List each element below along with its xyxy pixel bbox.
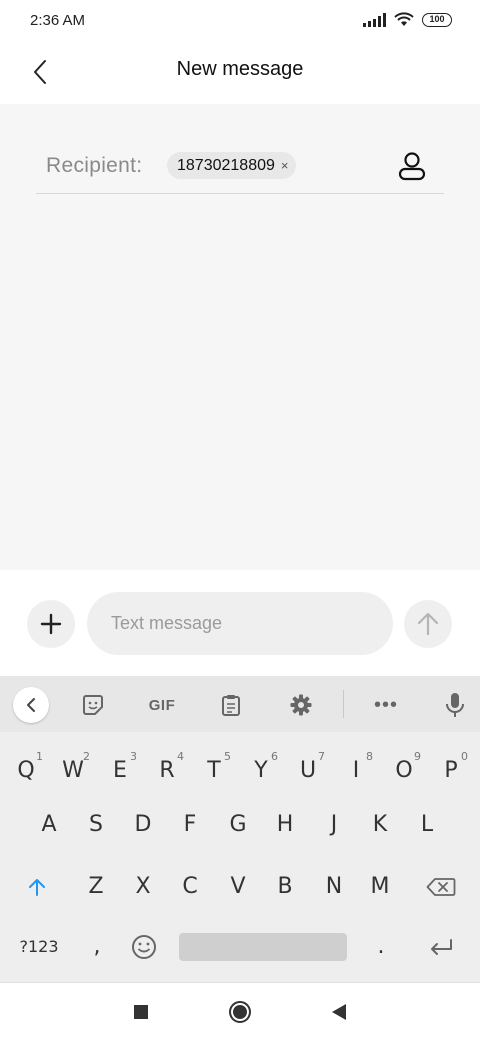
recipient-chip[interactable]: 18730218809 × (167, 152, 297, 179)
sticker-icon (83, 695, 103, 715)
key-f[interactable]: F (167, 800, 213, 850)
key-c[interactable]: C (167, 862, 213, 912)
gif-button[interactable]: GIF (142, 687, 182, 723)
enter-icon (431, 939, 452, 955)
key-l[interactable]: L (404, 800, 450, 850)
gif-label: GIF (148, 696, 176, 714)
keyboard: GIF ••• Q 1 W 2 E 3 R 4 T 5 Y 6 U 7 I 8 … (0, 676, 480, 982)
recents-button[interactable] (126, 997, 156, 1027)
contacts-button[interactable] (394, 148, 430, 184)
clipboard-icon (222, 695, 240, 716)
clipboard-button[interactable] (213, 687, 249, 723)
circle-icon (229, 1001, 251, 1023)
home-button[interactable] (225, 997, 255, 1027)
wifi-icon (394, 12, 414, 26)
message-placeholder: Text message (111, 613, 223, 633)
key-i[interactable]: I8 (333, 746, 379, 796)
key-t[interactable]: T5 (191, 746, 237, 796)
sticker-button[interactable] (75, 687, 111, 723)
more-button[interactable]: ••• (368, 687, 404, 723)
recipient-field[interactable]: Recipient: 18730218809 × (36, 144, 444, 194)
chevron-left-icon (27, 698, 35, 712)
emoji-key[interactable] (121, 922, 167, 972)
key-d[interactable]: D (120, 800, 166, 850)
symbols-key[interactable]: ?123 (14, 922, 64, 972)
person-icon (398, 152, 426, 181)
shift-key[interactable] (14, 862, 60, 912)
comma-key[interactable]: , (74, 922, 120, 972)
voice-input-button[interactable] (437, 687, 473, 723)
key-j[interactable]: J (311, 800, 357, 850)
header: New message (0, 42, 480, 104)
recipient-label: Recipient: (46, 154, 143, 177)
toolbar-divider (343, 690, 344, 718)
signal-icon (363, 12, 386, 27)
key-s[interactable]: S (73, 800, 119, 850)
period-key[interactable]: . (358, 922, 404, 972)
remove-recipient-icon[interactable]: × (281, 158, 289, 173)
shift-icon (29, 879, 45, 896)
status-time: 2:36 AM (30, 12, 86, 29)
message-input[interactable]: Text message (87, 592, 393, 655)
backspace-icon (426, 878, 456, 896)
key-o[interactable]: O9 (381, 746, 427, 796)
battery-icon: 100 (422, 12, 452, 27)
recipient-number: 18730218809 (177, 156, 275, 174)
key-w[interactable]: W2 (50, 746, 96, 796)
key-g[interactable]: G (215, 800, 261, 850)
settings-button[interactable] (283, 687, 319, 723)
key-z[interactable]: Z (73, 862, 119, 912)
key-y[interactable]: Y6 (238, 746, 284, 796)
key-k[interactable]: K (357, 800, 403, 850)
arrow-up-icon (417, 612, 439, 636)
more-icon: ••• (373, 694, 398, 716)
send-button[interactable] (404, 600, 452, 648)
status-icons: 100 (363, 12, 452, 27)
emoji-icon (132, 935, 156, 959)
spacebar[interactable] (179, 933, 347, 961)
enter-key[interactable] (418, 922, 464, 972)
attach-button[interactable] (27, 600, 75, 648)
status-bar: 2:36 AM 100 (0, 0, 480, 42)
key-r[interactable]: R4 (144, 746, 190, 796)
message-area[interactable]: Recipient: 18730218809 × (0, 104, 480, 570)
backspace-key[interactable] (418, 862, 464, 912)
page-title: New message (176, 58, 304, 80)
compose-bar: Text message (0, 570, 480, 676)
key-q[interactable]: Q1 (3, 746, 49, 796)
gear-icon (290, 694, 312, 716)
key-x[interactable]: X (120, 862, 166, 912)
square-icon (134, 1005, 148, 1019)
key-n[interactable]: N (311, 862, 357, 912)
back-nav-button[interactable] (324, 997, 354, 1027)
key-b[interactable]: B (262, 862, 308, 912)
key-h[interactable]: H (262, 800, 308, 850)
keyboard-toolbar: GIF ••• (0, 676, 480, 732)
key-e[interactable]: E3 (97, 746, 143, 796)
key-m[interactable]: M (357, 862, 403, 912)
key-u[interactable]: U7 (285, 746, 331, 796)
microphone-icon (446, 693, 464, 717)
collapse-toolbar-button[interactable] (13, 687, 49, 723)
navigation-bar (0, 982, 480, 1040)
plus-icon (40, 613, 62, 635)
key-v[interactable]: V (215, 862, 261, 912)
key-p[interactable]: P0 (428, 746, 474, 796)
key-a[interactable]: A (26, 800, 72, 850)
triangle-back-icon (332, 1004, 346, 1020)
